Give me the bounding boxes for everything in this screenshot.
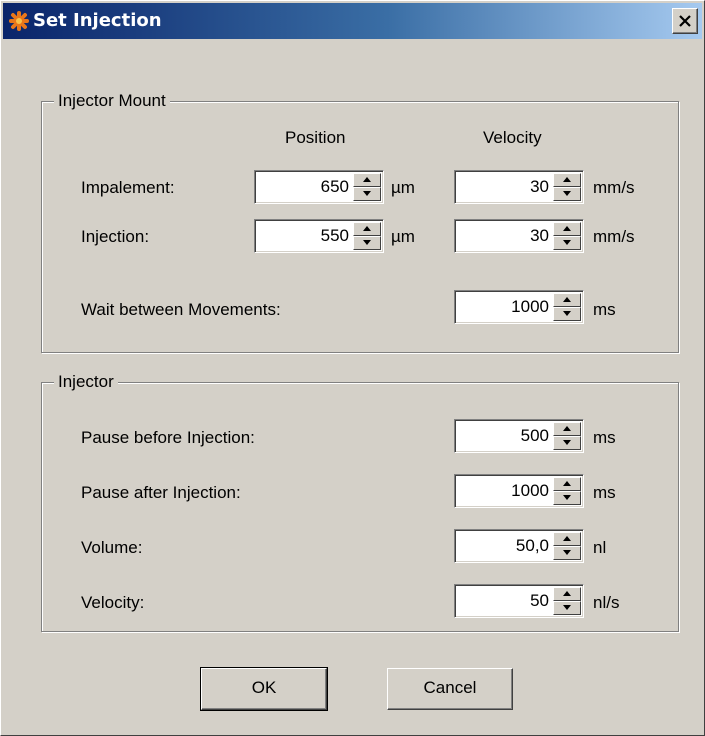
spin-down-button[interactable]	[553, 546, 581, 560]
spin-down-button[interactable]	[353, 187, 381, 201]
position-column-header: Position	[285, 128, 346, 147]
volume-label: Volume:	[81, 538, 143, 557]
spin-up-button[interactable]	[553, 532, 581, 546]
spin-down-button[interactable]	[553, 187, 581, 201]
arrow-down-icon	[563, 240, 571, 245]
ok-button[interactable]: OK	[200, 667, 328, 711]
spin-up-button[interactable]	[553, 422, 581, 436]
impalement-velocity-spinner[interactable]: 30	[454, 170, 584, 204]
injection-velocity-spinner[interactable]: 30	[454, 219, 584, 253]
close-button[interactable]	[672, 8, 698, 34]
spin-down-button[interactable]	[553, 307, 581, 321]
arrow-up-icon	[563, 426, 571, 431]
volume-spinner[interactable]: 50,0	[454, 529, 584, 563]
injector-mount-group-title: Injector Mount	[54, 90, 170, 112]
spinner-value[interactable]: 1000	[459, 296, 549, 318]
arrow-down-icon	[563, 605, 571, 610]
arrow-up-icon	[563, 297, 571, 302]
arrow-down-icon	[563, 191, 571, 196]
spin-up-button[interactable]	[353, 173, 381, 187]
volume-unit: nl	[593, 538, 607, 557]
spin-down-button[interactable]	[553, 236, 581, 250]
set-injection-dialog: Set Injection Injector Mount Position Ve…	[0, 0, 705, 736]
title-bar[interactable]: Set Injection	[3, 3, 702, 39]
arrow-up-icon	[563, 481, 571, 486]
cancel-button[interactable]: Cancel	[387, 668, 513, 710]
wait-between-movements-label: Wait between Movements:	[81, 300, 281, 319]
injector-group-title: Injector	[54, 371, 118, 393]
spin-up-button[interactable]	[353, 222, 381, 236]
pause-after-injection-spinner[interactable]: 1000	[454, 474, 584, 508]
arrow-up-icon	[563, 226, 571, 231]
impalement-velocity-unit: mm/s	[593, 178, 635, 197]
impalement-position-unit: µm	[391, 178, 415, 197]
arrow-down-icon	[563, 311, 571, 316]
spinner-value[interactable]: 50,0	[459, 535, 549, 557]
close-icon	[679, 15, 691, 27]
wait-between-movements-spinner[interactable]: 1000	[454, 290, 584, 324]
spin-up-button[interactable]	[553, 477, 581, 491]
arrow-down-icon	[563, 440, 571, 445]
window-title: Set Injection	[33, 10, 162, 31]
spin-up-button[interactable]	[553, 222, 581, 236]
velocity-column-header: Velocity	[483, 128, 542, 147]
velocity-label: Velocity:	[81, 593, 145, 612]
app-icon	[7, 9, 31, 33]
arrow-down-icon	[363, 191, 371, 196]
wait-between-movements-unit: ms	[593, 300, 616, 319]
impalement-label: Impalement:	[81, 178, 175, 197]
arrow-down-icon	[563, 550, 571, 555]
spin-down-button[interactable]	[553, 436, 581, 450]
spin-down-button[interactable]	[553, 491, 581, 505]
impalement-position-spinner[interactable]: 650	[254, 170, 384, 204]
spin-up-button[interactable]	[553, 587, 581, 601]
injection-velocity-unit: mm/s	[593, 227, 635, 246]
pause-after-injection-unit: ms	[593, 483, 616, 502]
spin-down-button[interactable]	[553, 601, 581, 615]
injection-label: Injection:	[81, 227, 150, 246]
arrow-down-icon	[563, 495, 571, 500]
arrow-up-icon	[363, 177, 371, 182]
arrow-up-icon	[563, 536, 571, 541]
arrow-up-icon	[563, 591, 571, 596]
spin-up-button[interactable]	[553, 293, 581, 307]
arrow-up-icon	[563, 177, 571, 182]
spinner-value[interactable]: 550	[259, 225, 349, 247]
pause-before-injection-spinner[interactable]: 500	[454, 419, 584, 453]
arrow-down-icon	[363, 240, 371, 245]
velocity-unit: nl/s	[593, 593, 620, 612]
spinner-value[interactable]: 30	[459, 225, 549, 247]
pause-after-injection-label: Pause after Injection:	[81, 483, 241, 502]
pause-before-injection-label: Pause before Injection:	[81, 428, 255, 447]
pause-before-injection-unit: ms	[593, 428, 616, 447]
spin-up-button[interactable]	[553, 173, 581, 187]
spin-down-button[interactable]	[353, 236, 381, 250]
spinner-value[interactable]: 500	[459, 425, 549, 447]
spinner-value[interactable]: 30	[459, 176, 549, 198]
velocity-spinner[interactable]: 50	[454, 584, 584, 618]
arrow-up-icon	[363, 226, 371, 231]
spinner-value[interactable]: 50	[459, 590, 549, 612]
injection-position-spinner[interactable]: 550	[254, 219, 384, 253]
spinner-value[interactable]: 1000	[459, 480, 549, 502]
injection-position-unit: µm	[391, 227, 415, 246]
spinner-value[interactable]: 650	[259, 176, 349, 198]
